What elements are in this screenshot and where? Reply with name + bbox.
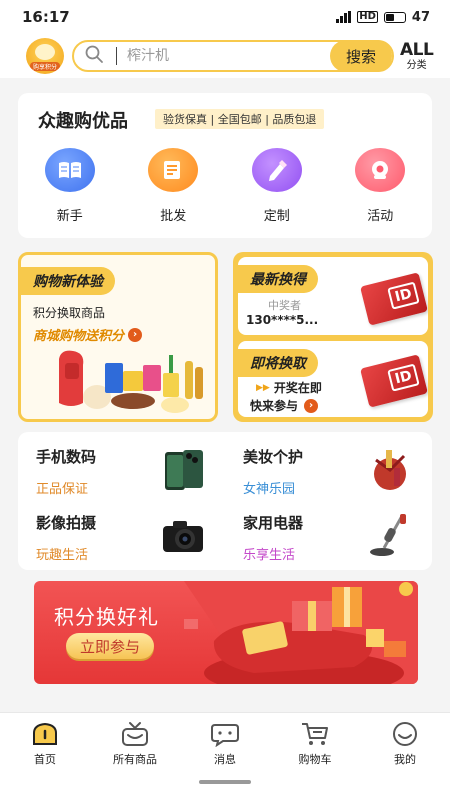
- category-cosmetics[interactable]: 美妆个护 女神乐园: [225, 436, 432, 500]
- search-divider: [116, 47, 117, 65]
- category-name: 影像拍摄: [36, 514, 97, 532]
- arrow-right-icon: ›: [304, 398, 319, 413]
- status-time: 16:17: [22, 8, 70, 26]
- category-phones[interactable]: 手机数码 正品保证: [18, 436, 225, 500]
- home-indicator[interactable]: [199, 780, 251, 784]
- search-bar[interactable]: 搜索: [72, 40, 394, 72]
- draw-soon-text: 开奖在即: [273, 381, 322, 395]
- category-label: 定制: [263, 209, 290, 224]
- logo-text: 购享积分: [29, 62, 60, 71]
- tab-all-products[interactable]: 所有商品: [90, 713, 180, 772]
- phone-image: [165, 450, 203, 490]
- cart-icon: [302, 723, 328, 745]
- system-nav-area: [0, 772, 450, 800]
- exchange-card: 最新换得 中奖者 130****5... ID 即将换取 ▶▶ 开奖在即 快来参…: [233, 252, 433, 422]
- shop-points-link[interactable]: 商城购物送积分 ›: [33, 325, 215, 344]
- category-name: 美妆个护: [243, 448, 304, 466]
- tv-icon: [122, 722, 148, 746]
- tab-label: 购物车: [298, 753, 332, 766]
- category-name: 手机数码: [36, 448, 97, 466]
- book-icon: [44, 148, 95, 192]
- vacuum-image: [370, 514, 406, 556]
- search-button[interactable]: 搜索: [330, 40, 392, 72]
- featured-title: 众趣购优品: [38, 111, 128, 132]
- join-now-text: 快来参与: [250, 399, 299, 413]
- all-categories-button[interactable]: ALL 分类: [400, 39, 434, 71]
- category-custom[interactable]: 定制: [225, 148, 329, 224]
- featured-tags: 验货保真 | 全国包邮 | 品质包退: [155, 109, 325, 129]
- tab-bar: 首页 所有商品 消息 购物车 我的: [0, 712, 450, 772]
- arrow-right-icon: ›: [128, 327, 143, 342]
- join-now-button[interactable]: 立即参与: [66, 633, 154, 659]
- winner-number: 130****5...: [246, 313, 319, 327]
- category-appliances[interactable]: 家用电器 乐享生活: [225, 502, 432, 566]
- play-icon: ▶▶: [256, 382, 270, 393]
- category-name: 家用电器: [243, 514, 304, 532]
- category-tag: 女神乐园: [243, 482, 296, 497]
- goods-illustration: [59, 350, 203, 413]
- tab-messages[interactable]: 消息: [180, 713, 270, 772]
- search-input[interactable]: [127, 48, 317, 64]
- header: 购享积分 搜索 ALL 分类: [0, 34, 450, 78]
- network-badge: HD: [357, 11, 378, 23]
- camera-image: [163, 521, 203, 552]
- tab-label: 我的: [394, 753, 416, 766]
- winner-label: 中奖者: [268, 299, 301, 312]
- package-icon: [148, 148, 199, 192]
- category-tag: 玩趣生活: [36, 548, 89, 563]
- pencil-icon: [251, 148, 302, 192]
- tab-label: 消息: [214, 753, 236, 766]
- gift-icon: [355, 148, 406, 192]
- category-cameras[interactable]: 影像拍摄 玩趣生活: [18, 502, 225, 566]
- shop-points-text: 商城购物送积分: [33, 329, 125, 344]
- category-activity[interactable]: 活动: [329, 148, 433, 224]
- join-now-link[interactable]: 快来参与 ›: [250, 397, 319, 414]
- home-icon: [33, 722, 57, 745]
- cosmetics-image: [374, 450, 406, 490]
- category-newbie[interactable]: 新手: [18, 148, 122, 224]
- category-label: 活动: [367, 209, 394, 224]
- new-experience-subtitle: 积分换取商品: [33, 306, 106, 320]
- upcoming-exchange-card[interactable]: 即将换取 ▶▶ 开奖在即 快来参与 › ID: [238, 341, 428, 417]
- search-icon: [84, 44, 114, 68]
- points-banner[interactable]: 积分换好礼 立即参与: [34, 581, 418, 684]
- new-experience-title: 购物新体验: [21, 267, 115, 295]
- battery-level: 47: [411, 9, 430, 25]
- latest-exchange-card[interactable]: 最新换得 中奖者 130****5... ID: [238, 257, 428, 335]
- category-label: 分类: [406, 59, 427, 71]
- all-label: ALL: [400, 39, 434, 60]
- battery-icon: [383, 11, 406, 23]
- category-tag: 正品保证: [36, 482, 89, 497]
- category-tag: 乐享生活: [243, 548, 296, 563]
- tab-label: 首页: [34, 753, 56, 766]
- tab-label: 所有商品: [113, 753, 157, 766]
- category-wholesale[interactable]: 批发: [122, 148, 226, 224]
- tab-profile[interactable]: 我的: [360, 713, 450, 772]
- featured-card: 众趣购优品 验货保真 | 全国包邮 | 品质包退 新手 批发 定制 活动: [18, 93, 432, 238]
- message-icon: [211, 724, 239, 747]
- signal-icon: [336, 11, 352, 23]
- category-label: 新手: [56, 209, 83, 224]
- status-bar: 16:17 HD 47: [0, 0, 450, 34]
- tab-home[interactable]: 首页: [0, 713, 90, 772]
- gift-card-image: ID: [360, 272, 428, 326]
- draw-soon-line: ▶▶ 开奖在即: [256, 379, 322, 396]
- upcoming-exchange-title: 即将换取: [238, 349, 318, 377]
- category-grid: 手机数码 正品保证 美妆个护 女神乐园 影像拍摄 玩趣生活 家用电器 乐享生活: [18, 432, 432, 570]
- tab-cart[interactable]: 购物车: [270, 713, 360, 772]
- latest-exchange-title: 最新换得: [238, 265, 318, 293]
- app-logo[interactable]: 购享积分: [26, 38, 64, 74]
- status-icons: HD 47: [336, 10, 430, 25]
- new-experience-card[interactable]: 购物新体验 积分换取商品 商城购物送积分 ›: [18, 252, 218, 422]
- category-label: 批发: [160, 209, 187, 224]
- smile-icon: [393, 722, 417, 746]
- gift-card-image: ID: [360, 354, 428, 408]
- banner-title: 积分换好礼: [54, 605, 159, 629]
